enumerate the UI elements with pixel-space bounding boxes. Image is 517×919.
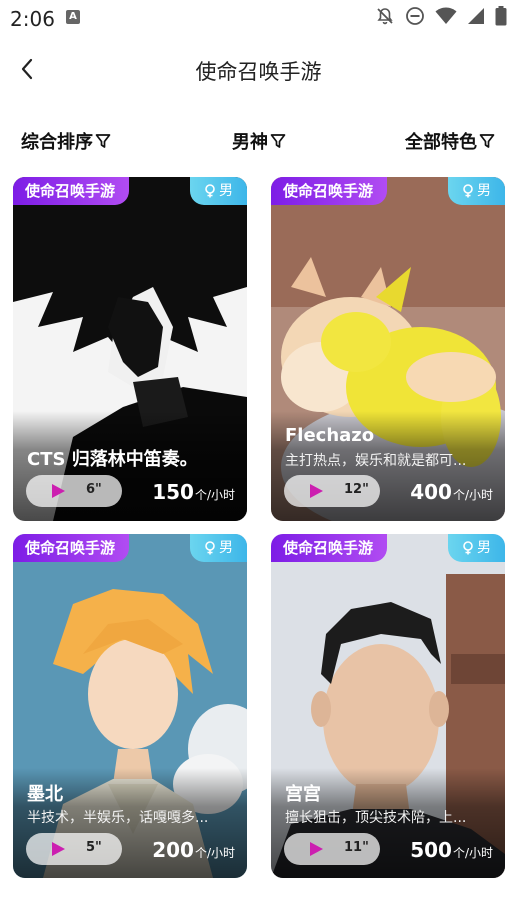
filter-gender-label: 男神 <box>232 132 268 153</box>
gender-label: 男 <box>219 183 233 199</box>
game-tag: 使命召唤手游 <box>271 534 388 562</box>
price: 200 个/小时 <box>152 838 235 862</box>
play-icon <box>310 842 323 856</box>
filter-bar: 综合排序 男神 全部特色 <box>0 124 517 158</box>
player-card[interactable]: 使命召唤手游 男 Flechazo 主打热点，娱乐和就是都可... 12" 40… <box>271 177 505 521</box>
wifi-icon <box>435 7 457 24</box>
gender-label: 男 <box>477 540 491 556</box>
voice-duration: 12" <box>344 482 369 497</box>
game-tag: 使命召唤手游 <box>13 177 130 205</box>
player-description: 半技术，半娱乐，话嘎嘎多... <box>27 810 209 826</box>
voice-play-button[interactable]: 5" <box>26 833 122 865</box>
gender-tag: 男 <box>190 534 247 562</box>
play-icon <box>52 484 65 498</box>
male-icon <box>463 541 473 555</box>
notifications-off-icon <box>377 8 393 25</box>
player-card[interactable]: 使命召唤手游 男 墨北 半技术，半娱乐，话嘎嘎多... 5" 200 个/小时 <box>13 534 247 878</box>
game-tag: 使命召唤手游 <box>13 534 130 562</box>
player-name: 宫宫 <box>285 784 321 805</box>
player-name: Flechazo <box>285 425 375 446</box>
price-value: 150 <box>152 480 194 504</box>
notification-icon: A <box>66 10 80 24</box>
voice-duration: 11" <box>344 840 369 855</box>
gender-tag: 男 <box>190 177 247 205</box>
gender-label: 男 <box>477 183 491 199</box>
player-name: 墨北 <box>27 784 63 805</box>
voice-duration: 6" <box>86 482 102 497</box>
status-time: 2:06 <box>10 7 55 31</box>
filter-feature[interactable]: 全部特色 <box>405 128 495 154</box>
price-unit: 个/小时 <box>452 488 493 502</box>
game-tag: 使命召唤手游 <box>271 177 388 205</box>
male-icon <box>205 184 215 198</box>
filter-icon <box>270 134 286 148</box>
do-not-disturb-icon <box>406 7 424 25</box>
battery-icon <box>495 6 507 26</box>
price-value: 500 <box>410 838 452 862</box>
price-unit: 个/小时 <box>194 488 235 502</box>
price-value: 400 <box>410 480 452 504</box>
filter-icon <box>95 134 111 148</box>
cellular-signal-icon <box>468 8 484 24</box>
app-bar: 使命召唤手游 <box>0 44 517 96</box>
play-icon <box>310 484 323 498</box>
filter-feature-label: 全部特色 <box>405 132 477 153</box>
voice-duration: 5" <box>86 840 102 855</box>
gender-tag: 男 <box>448 534 505 562</box>
male-icon <box>463 184 473 198</box>
page-title: 使命召唤手游 <box>195 60 322 84</box>
price-value: 200 <box>152 838 194 862</box>
filter-sort[interactable]: 综合排序 <box>21 128 111 154</box>
player-card[interactable]: 使命召唤手游 男 宫宫 擅长狙击，顶尖技术陪，上... 11" 500 个/小时 <box>271 534 505 878</box>
play-icon <box>52 842 65 856</box>
filter-icon <box>479 134 495 148</box>
status-icons <box>375 6 507 26</box>
price: 150 个/小时 <box>152 480 235 504</box>
price: 400 个/小时 <box>410 480 493 504</box>
gender-tag: 男 <box>448 177 505 205</box>
voice-play-button[interactable]: 11" <box>284 833 380 865</box>
status-bar: 2:06 A <box>0 0 517 34</box>
price-unit: 个/小时 <box>194 846 235 860</box>
filter-sort-label: 综合排序 <box>21 132 93 153</box>
voice-play-button[interactable]: 6" <box>26 475 122 507</box>
gender-label: 男 <box>219 540 233 556</box>
player-description: 擅长狙击，顶尖技术陪，上... <box>285 810 467 826</box>
price: 500 个/小时 <box>410 838 493 862</box>
voice-play-button[interactable]: 12" <box>284 475 380 507</box>
male-icon <box>205 541 215 555</box>
price-unit: 个/小时 <box>452 846 493 860</box>
player-name: CTS 归落林中笛奏。 <box>27 449 198 470</box>
player-description: 主打热点，娱乐和就是都可... <box>285 453 467 469</box>
player-card[interactable]: 使命召唤手游 男 CTS 归落林中笛奏。 6" 150 个/小时 <box>13 177 247 521</box>
filter-gender[interactable]: 男神 <box>232 128 286 154</box>
